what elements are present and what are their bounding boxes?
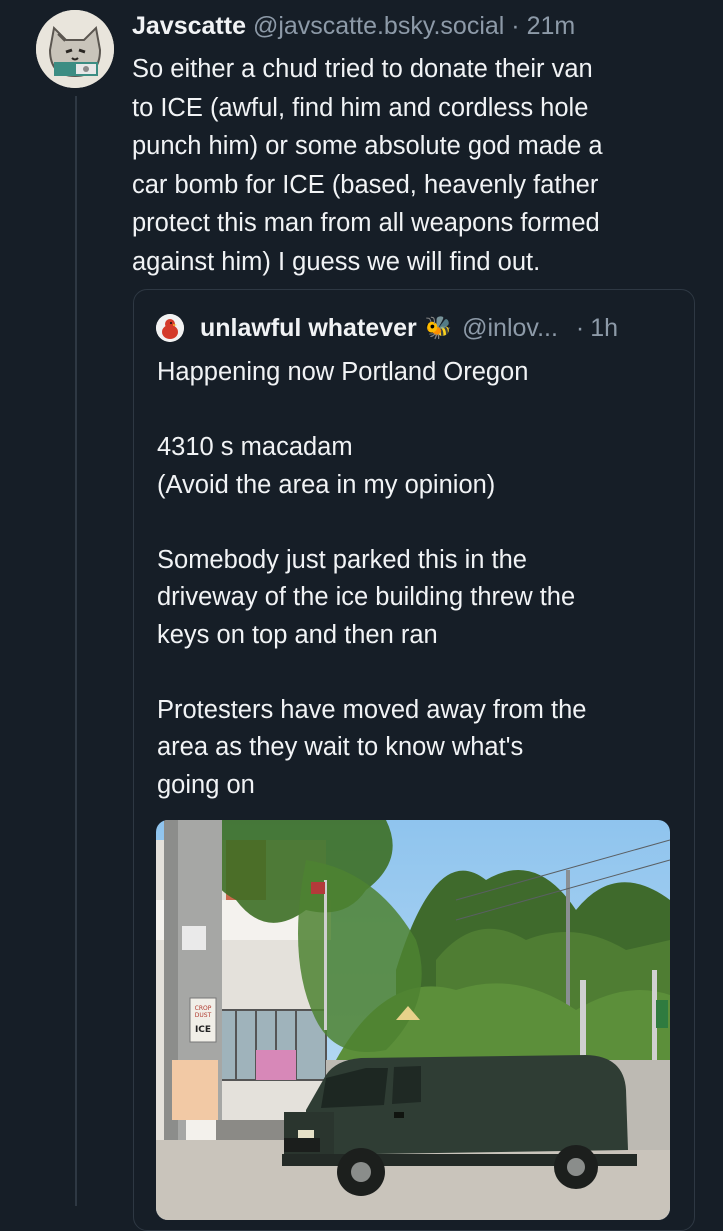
quoted-post-header: unlawful whatever 🐝 @inlov... · 1h — [156, 310, 618, 346]
avatar[interactable] — [36, 10, 114, 88]
author-name[interactable]: Javscatte — [132, 12, 246, 40]
quoted-timestamp[interactable]: 1h — [590, 310, 618, 346]
thread-line — [75, 96, 77, 1206]
separator-dot: · — [511, 12, 520, 40]
post-text-line: protect this man from all weapons formed — [132, 209, 600, 237]
quoted-text-line: Somebody just parked this in the — [157, 545, 527, 574]
post-text-line: to ICE (awful, find him and cordless hol… — [132, 93, 589, 122]
quoted-text-line: area as they wait to know what's — [157, 733, 524, 761]
sign-text: DUST — [195, 1012, 212, 1019]
post-text-line: against him) I guess we will find out. — [132, 247, 541, 276]
cat-avatar-icon — [36, 10, 114, 88]
author-handle[interactable]: @javscatte.bsky.social — [253, 12, 504, 40]
quoted-text-line: (Avoid the area in my opinion) — [157, 470, 496, 499]
quoted-author-handle[interactable]: @inlov... — [462, 310, 558, 346]
separator-dot: · — [575, 314, 585, 342]
quoted-avatar[interactable] — [156, 314, 184, 342]
quoted-text-line: going on — [157, 770, 255, 799]
van-photo-image: CROP DUST ICE — [156, 820, 670, 1220]
quoted-text-line: driveway of the ice building threw the — [157, 583, 576, 611]
quoted-text-line: Happening now Portland Oregon — [157, 358, 529, 386]
post-timestamp[interactable]: 21m — [527, 12, 576, 40]
post-header: Javscatte @javscatte.bsky.social · 21m — [132, 10, 575, 42]
quoted-author-name[interactable]: unlawful whatever — [200, 310, 417, 346]
quoted-post-text: Happening now Portland Oregon 4310 s mac… — [157, 354, 677, 804]
post-text: So either a chud tried to donate their v… — [132, 50, 702, 281]
sign-text: ICE — [195, 1025, 211, 1035]
quoted-text-line: 4310 s macadam — [157, 433, 353, 461]
post-text-line: So either a chud tried to donate their v… — [132, 55, 593, 83]
red-bird-avatar-icon — [156, 314, 184, 342]
quoted-text-line: Protesters have moved away from the — [157, 695, 587, 724]
post-photo[interactable]: CROP DUST ICE — [156, 820, 670, 1220]
quoted-text-line: keys on top and then ran — [157, 620, 438, 649]
sign-text: CROP — [195, 1005, 212, 1012]
post-text-line: punch him) or some absolute god made a — [132, 132, 603, 160]
post-text-line: car bomb for ICE (based, heavenly father — [132, 170, 599, 199]
bee-badge-icon: 🐝 — [424, 315, 453, 340]
